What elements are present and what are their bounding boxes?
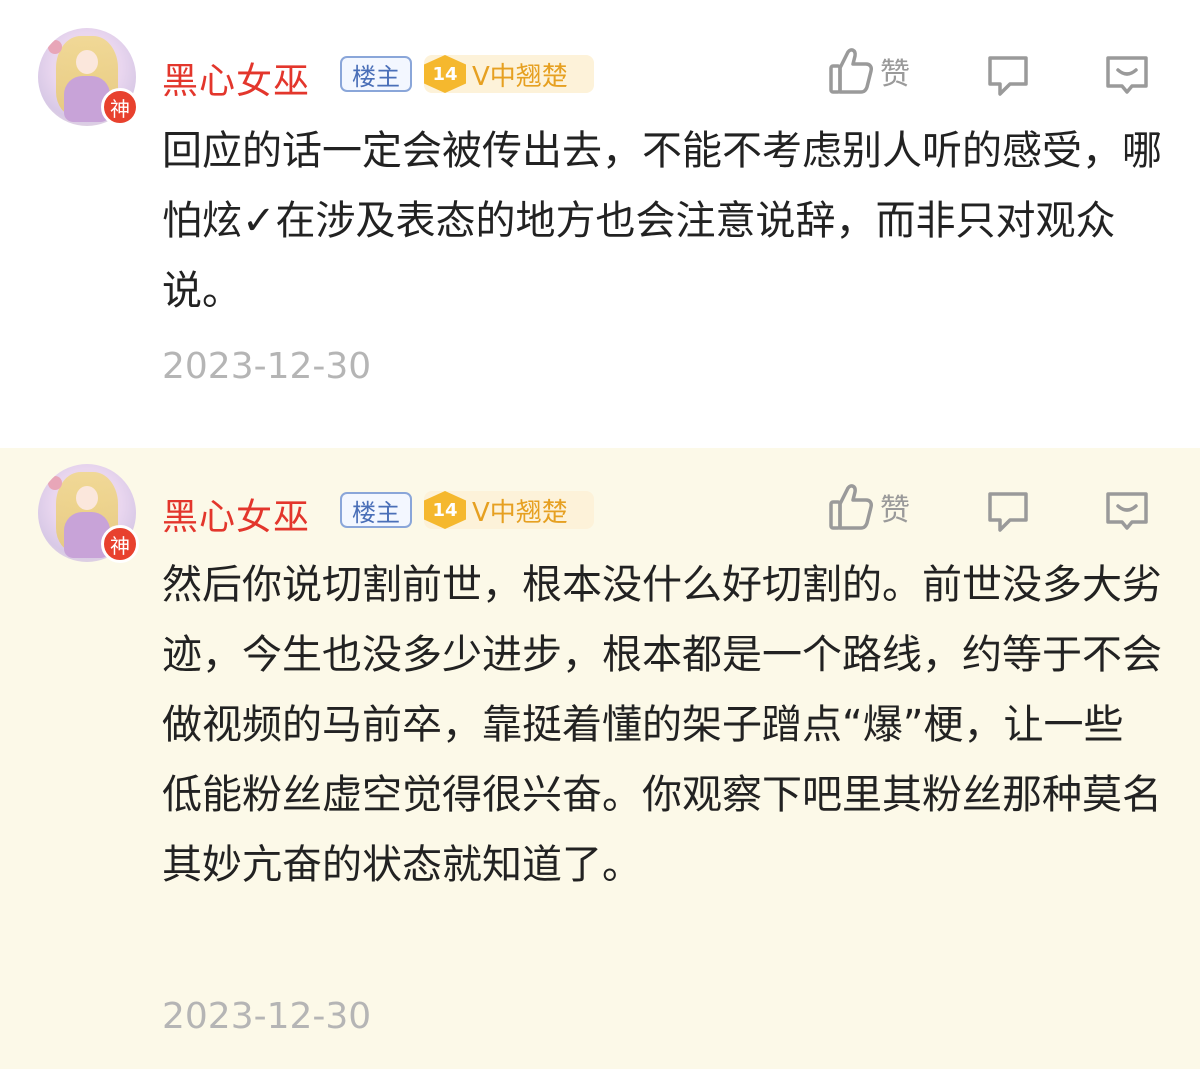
speech-bubble-icon [988, 492, 1028, 532]
username[interactable]: 黑心女巫 [162, 488, 310, 540]
level-number: 14 [424, 491, 466, 529]
thumbs-up-icon [829, 48, 873, 94]
comment-date: 2023-12-30 [162, 996, 372, 1037]
comment-text: 然后你说切割前世，根本没什么好切割的。前世没多大劣迹，今生也没多少进步，根本都是… [162, 562, 1162, 888]
like-button[interactable]: 赞 [828, 482, 910, 532]
owner-badge: 楼主 [340, 56, 412, 92]
comment-date: 2023-12-30 [162, 346, 372, 387]
like-button[interactable]: 赞 [828, 46, 910, 96]
level-badge: 14 V中翘楚 [424, 491, 594, 529]
speech-bubble-icon [988, 56, 1028, 96]
level-title: V中翘楚 [472, 497, 568, 528]
reply-button[interactable] [984, 52, 1032, 104]
like-label: 赞 [880, 493, 910, 528]
reply-button[interactable] [984, 488, 1032, 540]
god-badge: 神 [101, 525, 139, 563]
more-bubble-icon [1106, 56, 1148, 94]
more-button[interactable] [1102, 50, 1152, 102]
more-button[interactable] [1102, 486, 1152, 538]
owner-badge: 楼主 [340, 492, 412, 528]
comment-text: 回应的话一定会被传出去，不能不考虑别人听的感受，哪怕炫✓在涉及表态的地方也会注意… [162, 128, 1162, 314]
comment-item: 神 黑心女巫 楼主 14 V中翘楚 赞 然后你说切割前世，根本没什么好切割的。前… [0, 448, 1200, 1069]
comment-item: 神 黑心女巫 楼主 14 V中翘楚 赞 回应的话一定会被传出去，不能不考虑别人听… [0, 0, 1200, 448]
level-badge: 14 V中翘楚 [424, 55, 594, 93]
username[interactable]: 黑心女巫 [162, 52, 310, 104]
level-title: V中翘楚 [472, 61, 568, 92]
more-bubble-icon [1106, 492, 1148, 530]
level-number: 14 [424, 55, 466, 93]
god-badge: 神 [101, 88, 139, 126]
thumbs-up-icon [829, 484, 873, 530]
like-label: 赞 [880, 57, 910, 92]
